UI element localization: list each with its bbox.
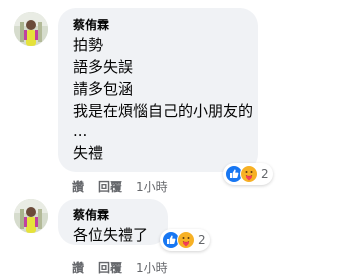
like-button[interactable]: 讚	[72, 259, 84, 276]
timestamp[interactable]: 1小時	[136, 178, 168, 195]
comment-text-line: 我是在煩惱自己的小朋友的	[73, 102, 254, 120]
reply-button[interactable]: 回覆	[98, 259, 122, 276]
comment-text-line: 失禮	[73, 144, 104, 162]
comment-text-line: 各位失禮了	[73, 226, 149, 244]
reaction-count: 2	[198, 233, 206, 247]
profile-photo	[14, 12, 48, 46]
like-button[interactable]: 讚	[72, 178, 84, 195]
reaction-summary[interactable]: 2	[223, 163, 273, 185]
comment-text-line: ...	[73, 122, 88, 140]
avatar[interactable]	[14, 199, 48, 233]
profile-photo	[14, 199, 48, 233]
comment-text-line: 拍勢	[73, 36, 104, 54]
comment-author[interactable]: 蔡侑霖	[73, 16, 109, 33]
avatar[interactable]	[14, 12, 48, 46]
comment-actions: 讚 回覆 1小時	[72, 259, 182, 276]
timestamp[interactable]: 1小時	[136, 259, 168, 276]
reply-button[interactable]: 回覆	[98, 178, 122, 195]
reaction-summary[interactable]: 2	[160, 229, 210, 251]
comment-text-line: 語多失誤	[73, 58, 134, 76]
reaction-count: 2	[261, 167, 269, 181]
care-icon	[177, 231, 195, 249]
comment-text-line: 請多包涵	[73, 80, 134, 98]
comment-author[interactable]: 蔡侑霖	[73, 206, 109, 223]
care-icon	[240, 165, 258, 183]
comment-actions: 讚 回覆 1小時	[72, 178, 182, 195]
